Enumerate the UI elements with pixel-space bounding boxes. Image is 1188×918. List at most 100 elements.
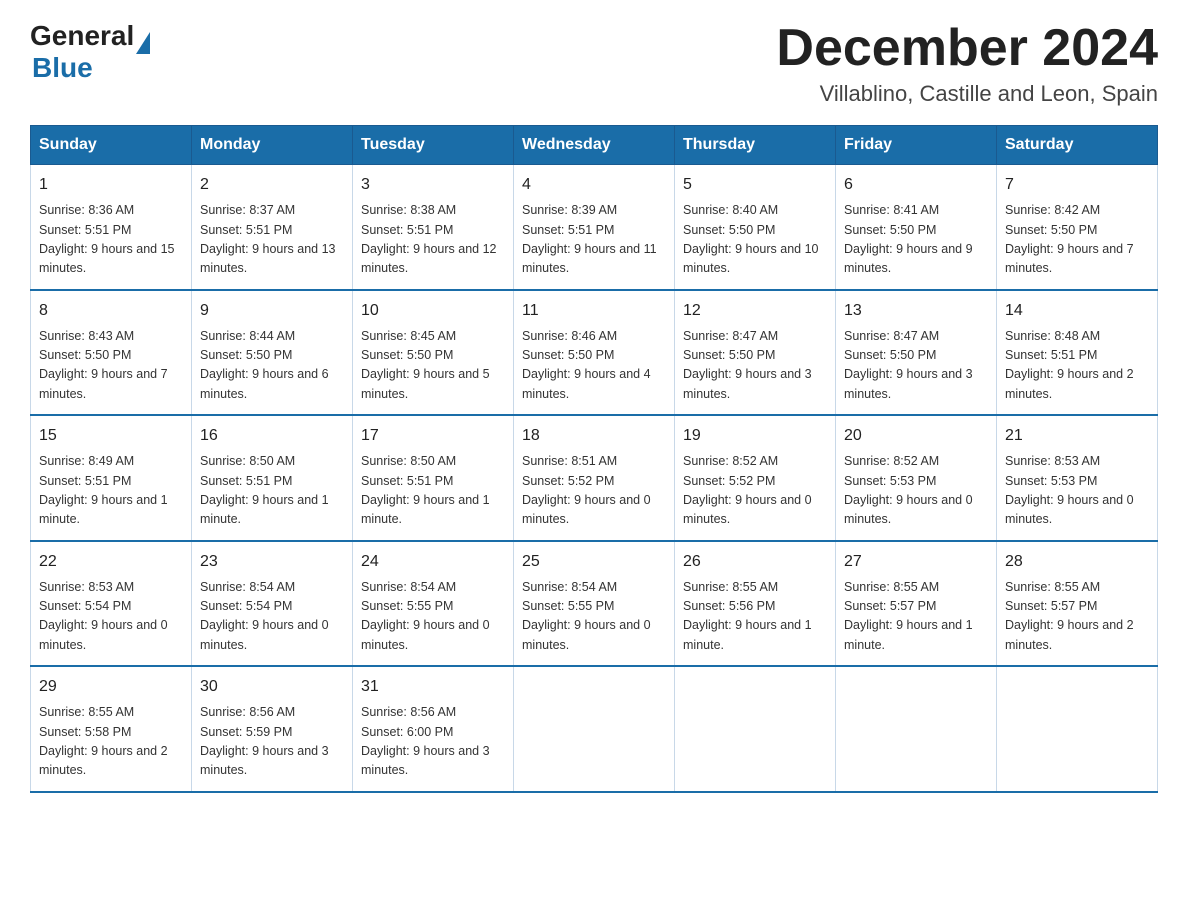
calendar-cell: 9 Sunrise: 8:44 AMSunset: 5:50 PMDaylight…: [192, 290, 353, 416]
calendar-body: 1 Sunrise: 8:36 AMSunset: 5:51 PMDaylight…: [31, 165, 1158, 792]
day-number: 3: [361, 173, 505, 197]
calendar-cell: 14Sunrise: 8:48 AMSunset: 5:51 PMDayligh…: [997, 290, 1158, 416]
logo: General Blue: [30, 20, 150, 84]
calendar-cell: 6Sunrise: 8:41 AMSunset: 5:50 PMDaylight…: [836, 165, 997, 290]
day-info: Sunrise: 8:46 AMSunset: 5:50 PMDaylight:…: [522, 327, 666, 405]
calendar-cell: [997, 666, 1158, 792]
calendar-cell: 16 Sunrise: 8:50 AMSunset: 5:51 PMDayligh…: [192, 415, 353, 541]
day-number: 23: [200, 550, 344, 574]
calendar-cell: 31 Sunrise: 8:56 AMSunset: 6:00 PMDayligh…: [353, 666, 514, 792]
day-info: Sunrise: 8:52 AMSunset: 5:52 PMDaylight:…: [683, 452, 827, 530]
header-row: Sunday Monday Tuesday Wednesday Thursday…: [31, 126, 1158, 165]
col-wednesday: Wednesday: [514, 126, 675, 165]
day-number: 19: [683, 424, 827, 448]
calendar-cell: 20 Sunrise: 8:52 AMSunset: 5:53 PMDayligh…: [836, 415, 997, 541]
day-info: Sunrise: 8:47 AMSunset: 5:50 PMDaylight:…: [683, 327, 827, 405]
logo-triangle-icon: [136, 32, 150, 54]
calendar-cell: 26 Sunrise: 8:55 AMSunset: 5:56 PMDayligh…: [675, 541, 836, 667]
col-friday: Friday: [836, 126, 997, 165]
day-info: Sunrise: 8:45 AMSunset: 5:50 PMDaylight:…: [361, 327, 505, 405]
day-info: Sunrise: 8:55 AMSunset: 5:57 PMDaylight:…: [844, 578, 988, 656]
calendar-cell: 25 Sunrise: 8:54 AMSunset: 5:55 PMDayligh…: [514, 541, 675, 667]
day-number: 20: [844, 424, 988, 448]
day-info: Sunrise: 8:42 AMSunset: 5:50 PMDaylight:…: [1005, 201, 1149, 279]
day-number: 7: [1005, 173, 1149, 197]
day-info: Sunrise: 8:55 AMSunset: 5:58 PMDaylight:…: [39, 703, 183, 781]
calendar-header: Sunday Monday Tuesday Wednesday Thursday…: [31, 126, 1158, 165]
day-info: Sunrise: 8:38 AMSunset: 5:51 PMDaylight:…: [361, 201, 505, 279]
calendar-cell: 22Sunrise: 8:53 AMSunset: 5:54 PMDayligh…: [31, 541, 192, 667]
day-info: Sunrise: 8:36 AMSunset: 5:51 PMDaylight:…: [39, 201, 183, 279]
day-info: Sunrise: 8:47 AMSunset: 5:50 PMDaylight:…: [844, 327, 988, 405]
day-number: 15: [39, 424, 183, 448]
day-info: Sunrise: 8:52 AMSunset: 5:53 PMDaylight:…: [844, 452, 988, 530]
day-number: 26: [683, 550, 827, 574]
day-number: 1: [39, 173, 183, 197]
calendar-table: Sunday Monday Tuesday Wednesday Thursday…: [30, 125, 1158, 793]
col-sunday: Sunday: [31, 126, 192, 165]
calendar-cell: 17 Sunrise: 8:50 AMSunset: 5:51 PMDayligh…: [353, 415, 514, 541]
day-number: 4: [522, 173, 666, 197]
calendar-week-4: 22Sunrise: 8:53 AMSunset: 5:54 PMDayligh…: [31, 541, 1158, 667]
day-number: 21: [1005, 424, 1149, 448]
calendar-cell: 19 Sunrise: 8:52 AMSunset: 5:52 PMDayligh…: [675, 415, 836, 541]
day-number: 11: [522, 299, 666, 323]
calendar-cell: 3 Sunrise: 8:38 AMSunset: 5:51 PMDaylight…: [353, 165, 514, 290]
calendar-cell: [836, 666, 997, 792]
calendar-cell: 29 Sunrise: 8:55 AMSunset: 5:58 PMDayligh…: [31, 666, 192, 792]
day-info: Sunrise: 8:56 AMSunset: 6:00 PMDaylight:…: [361, 703, 505, 781]
day-info: Sunrise: 8:54 AMSunset: 5:55 PMDaylight:…: [522, 578, 666, 656]
day-number: 25: [522, 550, 666, 574]
day-number: 18: [522, 424, 666, 448]
day-info: Sunrise: 8:51 AMSunset: 5:52 PMDaylight:…: [522, 452, 666, 530]
calendar-cell: 18 Sunrise: 8:51 AMSunset: 5:52 PMDayligh…: [514, 415, 675, 541]
calendar-cell: [514, 666, 675, 792]
day-number: 10: [361, 299, 505, 323]
day-info: Sunrise: 8:37 AMSunset: 5:51 PMDaylight:…: [200, 201, 344, 279]
calendar-cell: 7 Sunrise: 8:42 AMSunset: 5:50 PMDaylight…: [997, 165, 1158, 290]
day-number: 5: [683, 173, 827, 197]
calendar-cell: 2Sunrise: 8:37 AMSunset: 5:51 PMDaylight…: [192, 165, 353, 290]
day-info: Sunrise: 8:39 AMSunset: 5:51 PMDaylight:…: [522, 201, 666, 279]
day-number: 30: [200, 675, 344, 699]
calendar-cell: 28 Sunrise: 8:55 AMSunset: 5:57 PMDayligh…: [997, 541, 1158, 667]
day-number: 8: [39, 299, 183, 323]
col-tuesday: Tuesday: [353, 126, 514, 165]
day-info: Sunrise: 8:50 AMSunset: 5:51 PMDaylight:…: [361, 452, 505, 530]
title-block: December 2024 Villablino, Castille and L…: [776, 20, 1158, 107]
page-title: December 2024: [776, 20, 1158, 77]
logo-blue-text: Blue: [32, 52, 93, 84]
calendar-cell: [675, 666, 836, 792]
day-number: 9: [200, 299, 344, 323]
calendar-week-2: 8 Sunrise: 8:43 AMSunset: 5:50 PMDaylight…: [31, 290, 1158, 416]
day-number: 14: [1005, 299, 1149, 323]
day-info: Sunrise: 8:56 AMSunset: 5:59 PMDaylight:…: [200, 703, 344, 781]
day-info: Sunrise: 8:40 AMSunset: 5:50 PMDaylight:…: [683, 201, 827, 279]
day-info: Sunrise: 8:54 AMSunset: 5:55 PMDaylight:…: [361, 578, 505, 656]
calendar-cell: 11 Sunrise: 8:46 AMSunset: 5:50 PMDayligh…: [514, 290, 675, 416]
day-info: Sunrise: 8:44 AMSunset: 5:50 PMDaylight:…: [200, 327, 344, 405]
calendar-cell: 23 Sunrise: 8:54 AMSunset: 5:54 PMDayligh…: [192, 541, 353, 667]
day-number: 29: [39, 675, 183, 699]
day-info: Sunrise: 8:43 AMSunset: 5:50 PMDaylight:…: [39, 327, 183, 405]
day-number: 17: [361, 424, 505, 448]
day-number: 13: [844, 299, 988, 323]
logo-general-text: General: [30, 20, 134, 52]
calendar-week-3: 15 Sunrise: 8:49 AMSunset: 5:51 PMDayligh…: [31, 415, 1158, 541]
day-info: Sunrise: 8:55 AMSunset: 5:56 PMDaylight:…: [683, 578, 827, 656]
calendar-cell: 1 Sunrise: 8:36 AMSunset: 5:51 PMDaylight…: [31, 165, 192, 290]
calendar-cell: 12Sunrise: 8:47 AMSunset: 5:50 PMDayligh…: [675, 290, 836, 416]
day-number: 27: [844, 550, 988, 574]
day-info: Sunrise: 8:50 AMSunset: 5:51 PMDaylight:…: [200, 452, 344, 530]
day-info: Sunrise: 8:54 AMSunset: 5:54 PMDaylight:…: [200, 578, 344, 656]
day-number: 24: [361, 550, 505, 574]
day-info: Sunrise: 8:49 AMSunset: 5:51 PMDaylight:…: [39, 452, 183, 530]
day-info: Sunrise: 8:55 AMSunset: 5:57 PMDaylight:…: [1005, 578, 1149, 656]
day-number: 28: [1005, 550, 1149, 574]
day-number: 16: [200, 424, 344, 448]
calendar-week-1: 1 Sunrise: 8:36 AMSunset: 5:51 PMDaylight…: [31, 165, 1158, 290]
calendar-cell: 13 Sunrise: 8:47 AMSunset: 5:50 PMDayligh…: [836, 290, 997, 416]
calendar-cell: 21 Sunrise: 8:53 AMSunset: 5:53 PMDayligh…: [997, 415, 1158, 541]
day-info: Sunrise: 8:53 AMSunset: 5:53 PMDaylight:…: [1005, 452, 1149, 530]
day-number: 31: [361, 675, 505, 699]
